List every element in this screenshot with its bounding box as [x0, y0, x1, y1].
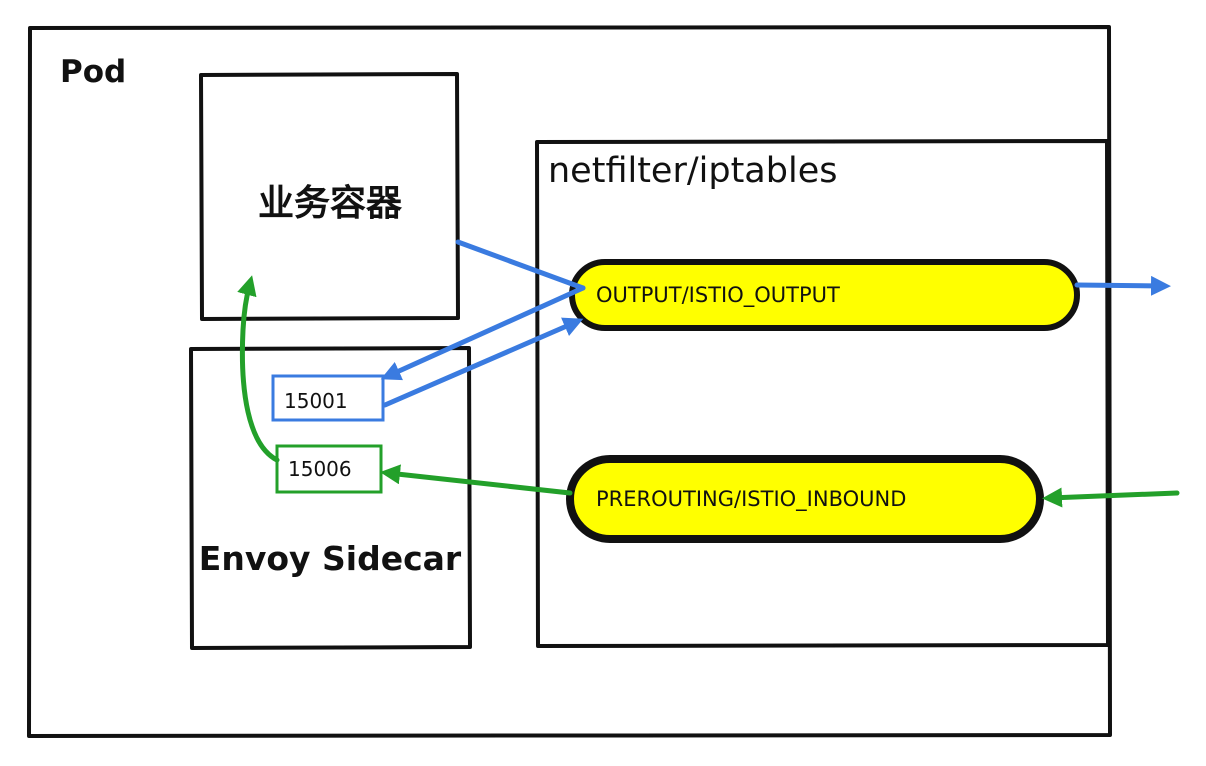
port-15001-label: 15001 — [284, 389, 348, 413]
business-container-label: 业务容器 — [257, 183, 402, 224]
envoy-sidecar-label: Envoy Sidecar — [198, 539, 462, 578]
ingress-to-inbound-arrow — [1042, 487, 1180, 508]
inbound-chain-label: PREROUTING/ISTIO_INBOUND — [596, 487, 907, 511]
port-15006-label: 15006 — [288, 457, 352, 481]
inbound-to-15006-arrow — [380, 464, 573, 496]
app-to-output-arrow — [455, 239, 586, 291]
pod-label: Pod — [60, 54, 127, 90]
netfilter-box — [535, 139, 1110, 648]
15006-to-app-arrow — [237, 275, 280, 463]
output-chain-label: OUTPUT/ISTIO_OUTPUT — [596, 283, 840, 307]
output-egress-arrow — [1074, 275, 1171, 296]
pod-traffic-diagram — [27, 25, 1180, 738]
netfilter-label: netfilter/iptables — [548, 151, 838, 191]
